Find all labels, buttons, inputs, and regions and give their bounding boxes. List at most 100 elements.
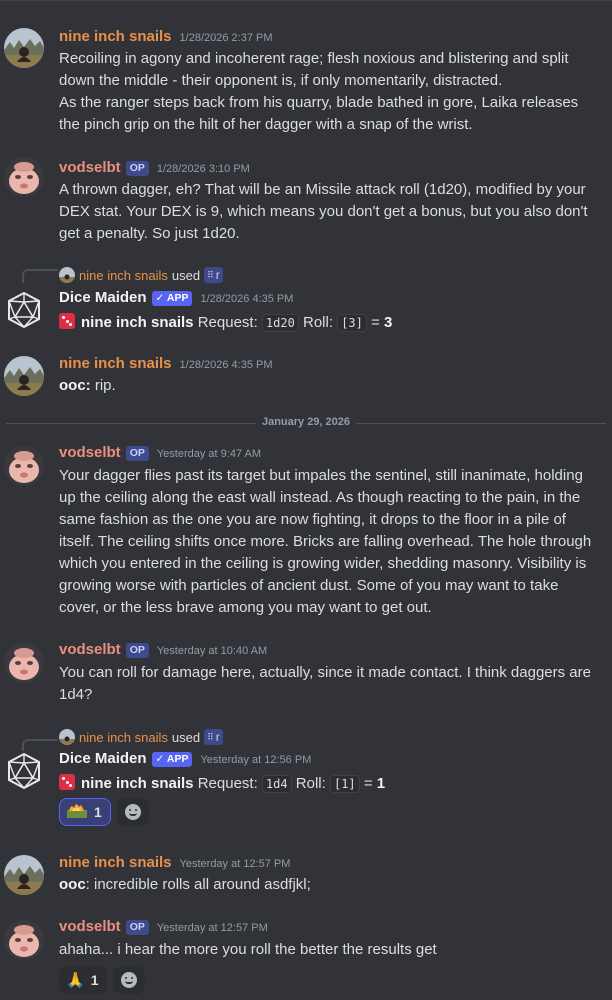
timestamp: 1/28/2026 4:35 PM [179,359,273,371]
date-divider: January 29, 2026 [0,416,612,428]
reply-username[interactable]: nine inch snails [79,268,168,283]
slash-command-icon: ⠿ [207,731,214,742]
avatar-nine-inch-snails[interactable] [4,356,44,396]
roll-total: 3 [383,314,393,331]
timestamp: Yesterday at 10:40 AM [156,645,268,657]
avatar-vodselbt[interactable] [4,446,44,486]
message-line: get a penalty. So just 1d20. [59,225,240,242]
roll-username: nine inch snails [81,314,194,331]
roll-code: [1] [329,775,360,793]
roll-label: Roll: [295,775,326,792]
username[interactable]: nine inch snails [59,355,172,372]
username[interactable]: nine inch snails [59,28,172,45]
command-name: r [215,730,220,744]
reaction-count: 1 [90,972,99,988]
roll-result: nine inch snails Request: 1d4 Roll: [1] … [59,772,607,795]
message-line: 1d4? [59,686,93,703]
avatar-dice-maiden[interactable] [4,290,44,330]
command-name: r [215,268,220,282]
app-badge-label: APP [166,292,189,304]
username[interactable]: nine inch snails [59,854,172,871]
reply-spine [22,269,58,283]
message-content: Recoiling in agony and incoherent rage; … [59,48,607,136]
timestamp: 1/28/2026 4:35 PM [200,293,294,305]
smiley-icon [121,972,138,988]
timestamp: Yesterday at 12:57 PM [156,922,268,934]
message-line: You can roll for damage here, actually, … [59,664,591,681]
message-content: ooc: incredible rolls all around asdfjkl… [59,874,607,896]
message-line: itself. The ceiling shifts once more. Br… [59,533,592,550]
message-text: : incredible rolls all around asdfjkl; [85,876,311,893]
message-content: ahaha... i hear the more you roll the be… [59,939,607,961]
timestamp: 1/28/2026 2:37 PM [179,32,273,44]
dumpster-fire-icon [66,801,88,823]
avatar-mini [59,729,75,745]
message-line: same fashion as the one you are now figh… [59,511,566,528]
game-die-icon [59,774,75,790]
message-line: Your dagger flies past its target but im… [59,467,583,484]
message-content: You can roll for damage here, actually, … [59,662,607,706]
timestamp: 1/28/2026 3:10 PM [156,163,250,175]
roll-result: nine inch snails Request: 1d20 Roll: [3]… [59,311,607,334]
op-badge: OP [125,643,149,658]
message-line: DEX stat. Your DEX is 9, which means you… [59,203,588,220]
avatar-vodselbt[interactable] [4,920,44,960]
message-line: up the ceiling along the east wall inste… [59,489,581,506]
timestamp: Yesterday at 12:56 PM [200,754,312,766]
reactions: 1 [59,798,149,826]
username[interactable]: Dice Maiden [59,289,147,306]
username[interactable]: Dice Maiden [59,750,147,767]
top-border [0,0,612,5]
date-divider-label: January 29, 2026 [255,416,357,428]
avatar-dice-maiden[interactable] [4,751,44,791]
request-code: 1d20 [261,314,299,332]
avatar-nine-inch-snails[interactable] [4,855,44,895]
username[interactable]: vodselbt [59,918,121,935]
op-badge: OP [125,920,149,935]
equals-sign: = [371,314,380,331]
reactions: 🙏 1 [59,966,146,994]
username[interactable]: vodselbt [59,159,121,176]
message-line: As the ranger steps back from his quarry… [59,94,579,111]
reply-used-text: used [171,729,201,745]
roll-code: [3] [337,314,367,332]
request-label: Request: [197,775,258,792]
command-chip[interactable]: ⠿ r [204,267,223,283]
message-text: ahaha... i hear the more you roll the be… [59,941,437,958]
op-badge: OP [125,446,149,461]
request-label: Request: [197,314,258,331]
timestamp: Yesterday at 12:57 PM [179,858,291,870]
reply-username[interactable]: nine inch snails [79,730,168,745]
slash-command-icon: ⠿ [207,269,214,280]
reaction-pray[interactable]: 🙏 1 [59,966,108,994]
message-line: down the middle - their opponent is, if … [59,72,503,89]
avatar-nine-inch-snails[interactable] [4,28,44,68]
folded-hands-icon: 🙏 [66,972,85,989]
interaction-reference[interactable]: nine inch snails used ⠿ r [59,266,223,284]
avatar-vodselbt[interactable] [4,643,44,683]
message-line: which you entered in the ceiling is grow… [59,555,587,572]
command-chip[interactable]: ⠿ r [204,729,223,745]
reaction-dumpster-fire[interactable]: 1 [59,798,111,826]
reaction-count: 1 [94,804,102,820]
reply-used-text: used [171,267,201,283]
game-die-icon [59,313,75,329]
message-text: rip. [90,377,116,394]
message-line: the pinch grip on the hilt of her dagger… [59,116,473,133]
avatar-mini [59,267,75,283]
ooc-label: ooc: [59,377,91,394]
message-line: cover, or the less brave among you may w… [59,599,432,616]
message-content: A thrown dagger, eh? That will be an Mis… [59,179,607,245]
message-content: Your dagger flies past its target but im… [59,465,607,619]
add-reaction-button[interactable] [116,798,149,826]
message-line: Recoiling in agony and incoherent rage; … [59,50,569,67]
roll-label: Roll: [303,314,334,331]
interaction-reference[interactable]: nine inch snails used ⠿ r [59,728,223,746]
request-code: 1d4 [261,775,292,793]
username[interactable]: vodselbt [59,641,121,658]
add-reaction-button[interactable] [113,966,146,994]
username[interactable]: vodselbt [59,444,121,461]
equals-sign: = [363,775,373,792]
avatar-vodselbt[interactable] [4,157,44,197]
message-line: growing worse with particles of ancient … [59,577,559,594]
